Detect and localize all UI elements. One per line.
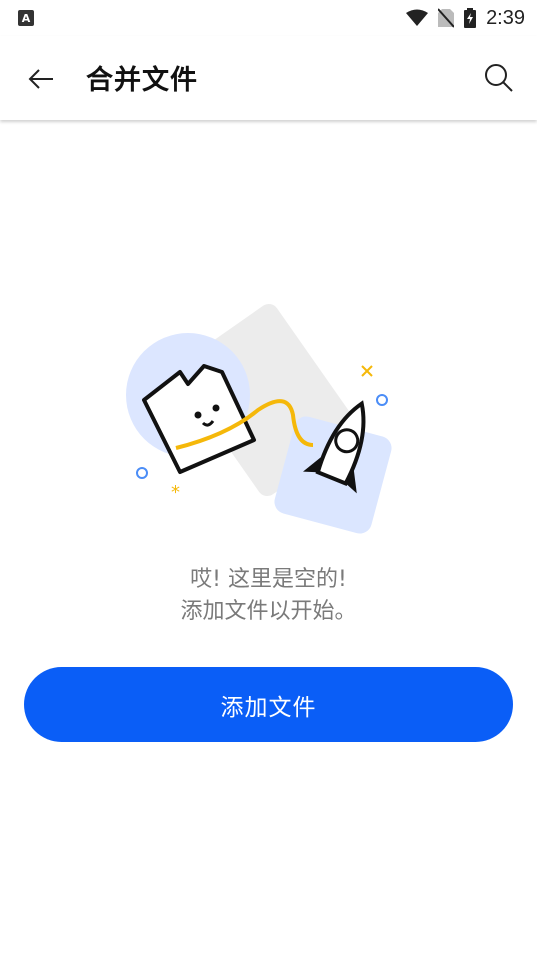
wifi-icon — [406, 9, 429, 26]
status-bar-right: 2:39 — [406, 7, 525, 30]
back-arrow-icon[interactable] — [26, 64, 56, 94]
empty-state-message: 哎! 这里是空的! 添加文件以开始。 — [0, 564, 537, 628]
no-sim-icon — [438, 8, 455, 28]
search-icon[interactable] — [483, 62, 515, 94]
svg-text:*: * — [171, 482, 180, 503]
page-title: 合并文件 — [86, 65, 198, 96]
empty-state-illustration: * — [126, 303, 392, 534]
app-notification-icon: A — [18, 10, 34, 26]
status-time: 2:39 — [486, 6, 525, 29]
add-files-button[interactable]: 添加文件 — [24, 667, 513, 742]
battery-charging-icon — [464, 8, 477, 28]
status-bar: A 2:39 — [0, 0, 537, 36]
top-app-bar: 合并文件 — [0, 36, 537, 120]
empty-state-line2: 添加文件以开始。 — [180, 599, 357, 624]
empty-state-line1: 哎! 这里是空的! — [190, 567, 347, 592]
status-bar-left: A — [18, 10, 34, 26]
